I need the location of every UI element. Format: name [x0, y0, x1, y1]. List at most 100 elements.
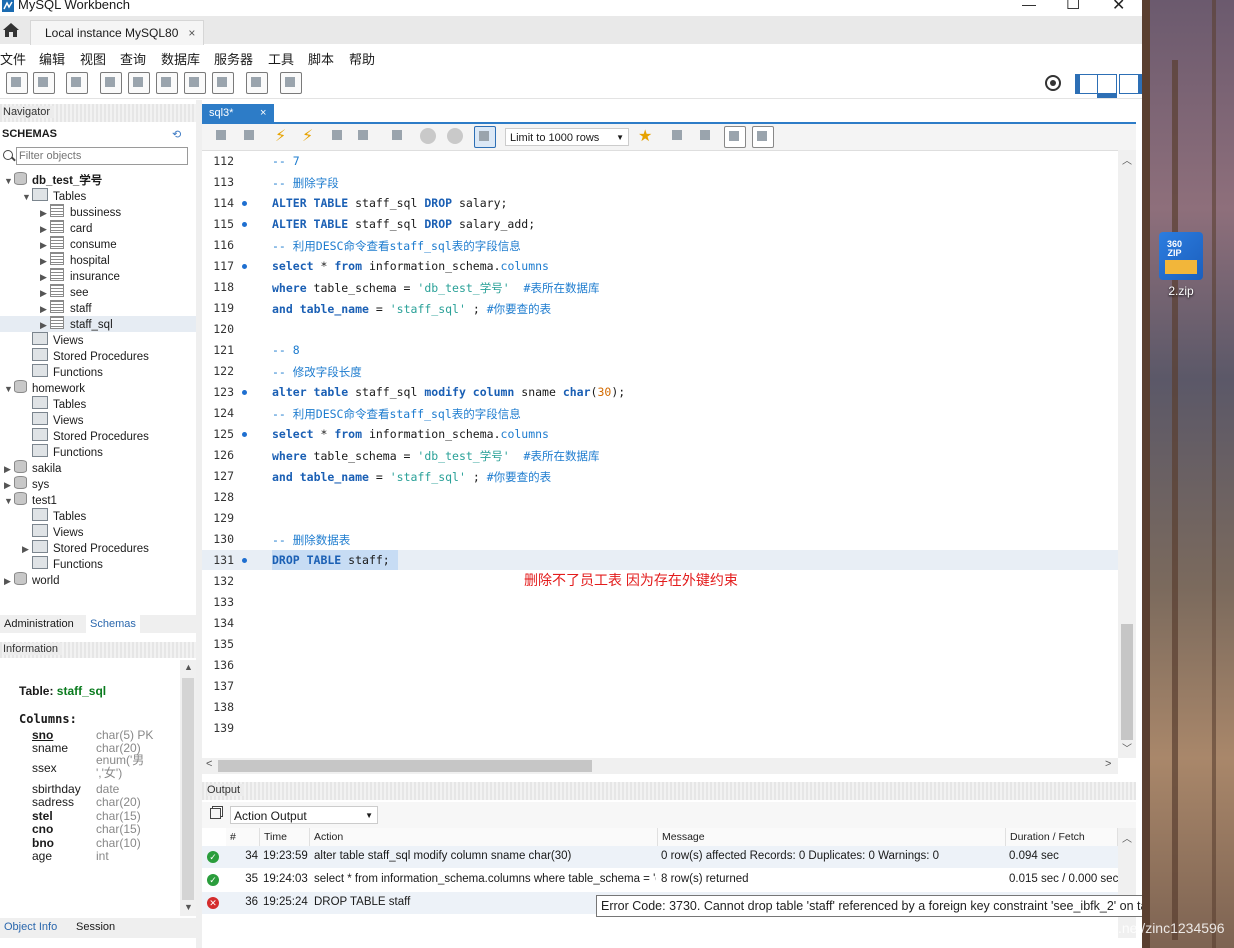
collapse-arrow-icon[interactable]: ▶ — [4, 573, 14, 589]
create-view-icon[interactable] — [156, 72, 178, 94]
output-row[interactable]: ✓ 35 19:24:03 select * from information_sch… — [202, 869, 1118, 891]
wrap-lines-icon[interactable] — [752, 126, 774, 148]
menu-query[interactable]: 查询 — [120, 49, 146, 68]
settings-gear-icon[interactable] — [1044, 74, 1062, 92]
tab-sql3-close-icon[interactable]: × — [260, 104, 266, 122]
menu-database[interactable]: 数据库 — [161, 49, 200, 68]
explain-icon[interactable] — [328, 126, 348, 146]
scroll-left-icon[interactable]: < — [206, 758, 212, 770]
column-header[interactable]: # — [226, 828, 260, 846]
commit-icon[interactable] — [420, 128, 436, 144]
code-line[interactable]: -- 删除字段 — [272, 175, 339, 191]
tab-session[interactable]: Session — [76, 921, 115, 933]
info-scrollbar[interactable]: ▲ ▼ — [180, 660, 196, 916]
code-line[interactable]: -- 利用DESC命令查看staff_sql表的字段信息 — [272, 406, 521, 422]
tree-item-views[interactable]: Views — [0, 524, 83, 540]
tree-item-staff[interactable]: ▶ staff — [0, 300, 92, 316]
menu-tools[interactable]: 工具 — [268, 49, 294, 68]
collapse-arrow-icon[interactable]: ▶ — [40, 237, 50, 253]
collapse-arrow-icon[interactable]: ▶ — [40, 285, 50, 301]
tree-item-stored-procedures[interactable]: ▶ Stored Procedures — [0, 540, 149, 556]
code-line[interactable]: select * from information_schema.columns — [272, 427, 549, 441]
create-function-icon[interactable] — [212, 72, 234, 94]
home-icon[interactable] — [2, 21, 20, 39]
code-line[interactable]: where table_schema = 'db_test_学号' #表所在数据… — [272, 448, 599, 464]
toggle-secondary-sidebar-icon[interactable] — [1119, 74, 1142, 94]
toggle-sidebar-icon[interactable] — [1075, 74, 1099, 94]
menu-scripting[interactable]: 脚本 — [308, 49, 334, 68]
search-table-data-icon[interactable] — [246, 72, 268, 94]
close-window-icon[interactable]: ✕ — [1112, 0, 1125, 15]
expand-arrow-icon[interactable]: ▼ — [22, 189, 32, 205]
tree-item-bussiness[interactable]: ▶ bussiness — [0, 204, 121, 220]
tree-item-tables[interactable]: Tables — [0, 396, 86, 412]
scroll-up-icon[interactable]: ▲ — [184, 662, 193, 672]
new-sql-tab-icon[interactable] — [6, 72, 28, 94]
tree-item-sakila[interactable]: ▶ sakila — [0, 460, 61, 476]
tree-item-views[interactable]: Views — [0, 412, 83, 428]
code-line[interactable]: ALTER TABLE staff_sql DROP salary_add; — [272, 217, 535, 231]
collapse-arrow-icon[interactable]: ▶ — [40, 221, 50, 237]
tree-item-db-test-[interactable]: ▼ db_test_学号 — [0, 172, 102, 188]
editor-vertical-scrollbar[interactable]: ︿ ﹀ — [1118, 150, 1136, 758]
collapse-arrow-icon[interactable]: ▶ — [40, 253, 50, 269]
collapse-arrow-icon[interactable]: ▶ — [40, 205, 50, 221]
menu-help[interactable]: 帮助 — [349, 49, 375, 68]
tree-item-functions[interactable]: Functions — [0, 444, 103, 460]
refresh-schemas-icon[interactable]: ⟲ — [172, 128, 181, 141]
code-line[interactable]: where table_schema = 'db_test_学号' #表所在数据… — [272, 280, 599, 296]
error-toggle-icon[interactable] — [388, 126, 408, 146]
scroll-down-icon[interactable]: ▼ — [184, 902, 193, 912]
desktop-zip-file[interactable]: 360 ZIP 2.zip — [1156, 232, 1206, 298]
invisible-chars-icon[interactable] — [724, 126, 746, 148]
tree-item-homework[interactable]: ▼ homework — [0, 380, 85, 396]
code-line[interactable]: -- 修改字段长度 — [272, 364, 362, 380]
filter-objects-input[interactable] — [16, 147, 188, 165]
scroll-down-icon[interactable]: ﹀ — [1122, 740, 1132, 755]
column-header[interactable]: Duration / Fetch — [1006, 828, 1118, 846]
code-line[interactable]: alter table staff_sql modify column snam… — [272, 385, 625, 399]
code-line[interactable]: -- 删除数据表 — [272, 532, 350, 548]
scroll-right-icon[interactable]: > — [1105, 758, 1111, 770]
output-type-select[interactable]: Action Output ▼ — [230, 806, 378, 824]
collapse-arrow-icon[interactable]: ▶ — [22, 541, 32, 557]
code-line[interactable]: -- 8 — [272, 343, 300, 357]
save-icon[interactable] — [240, 126, 260, 146]
open-sql-script-icon[interactable] — [33, 72, 55, 94]
find-icon[interactable] — [696, 126, 716, 146]
collapse-arrow-icon[interactable]: ▶ — [40, 317, 50, 333]
collapse-arrow-icon[interactable]: ▶ — [4, 477, 14, 493]
tree-item-functions[interactable]: Functions — [0, 364, 103, 380]
rollback-icon[interactable] — [447, 128, 463, 144]
column-header[interactable]: Action — [310, 828, 658, 846]
create-table-icon[interactable] — [128, 72, 150, 94]
code-line[interactable]: and table_name = 'staff_sql' ; #你要查的表 — [272, 301, 551, 317]
create-procedure-icon[interactable] — [184, 72, 206, 94]
autocommit-icon[interactable] — [474, 126, 496, 148]
column-header[interactable]: Time — [260, 828, 310, 846]
tree-item-consume[interactable]: ▶ consume — [0, 236, 117, 252]
tree-item-tables[interactable]: ▼ Tables — [0, 188, 86, 204]
menu-file[interactable]: 文件 — [0, 49, 26, 68]
scroll-up-icon[interactable]: ︿ — [1122, 152, 1132, 167]
execute-current-icon[interactable]: ⚡ — [302, 126, 313, 146]
collapse-arrow-icon[interactable]: ▶ — [40, 301, 50, 317]
copy-icon[interactable] — [210, 808, 221, 819]
collapse-arrow-icon[interactable]: ▶ — [40, 269, 50, 285]
tab-local-instance[interactable]: Local instance MySQL80 × — [30, 20, 205, 45]
tree-item-functions[interactable]: Functions — [0, 556, 103, 572]
code-line[interactable]: -- 利用DESC命令查看staff_sql表的字段信息 — [272, 238, 521, 254]
tree-item-views[interactable]: Views — [0, 332, 83, 348]
limit-rows-select[interactable]: Limit to 1000 rows ▼ — [505, 128, 629, 146]
minimize-icon[interactable]: — — [1022, 0, 1036, 12]
scroll-up-icon[interactable]: ︿ — [1122, 830, 1132, 845]
tab-schemas[interactable]: Schemas — [86, 615, 140, 633]
tree-item-stored-procedures[interactable]: Stored Procedures — [0, 428, 149, 444]
code-line[interactable]: -- 7 — [272, 154, 300, 168]
tab-sql3[interactable]: sql3* × — [202, 104, 274, 122]
sql-editor[interactable]: 112 -- 7 113 -- 删除字段 114 ALTER TABLE staff_sq… — [202, 152, 1118, 758]
tree-item-see[interactable]: ▶ see — [0, 284, 89, 300]
tree-item-world[interactable]: ▶ world — [0, 572, 59, 588]
code-line[interactable]: and table_name = 'staff_sql' ; #你要查的表 — [272, 469, 551, 485]
inspector-icon[interactable] — [66, 72, 88, 94]
